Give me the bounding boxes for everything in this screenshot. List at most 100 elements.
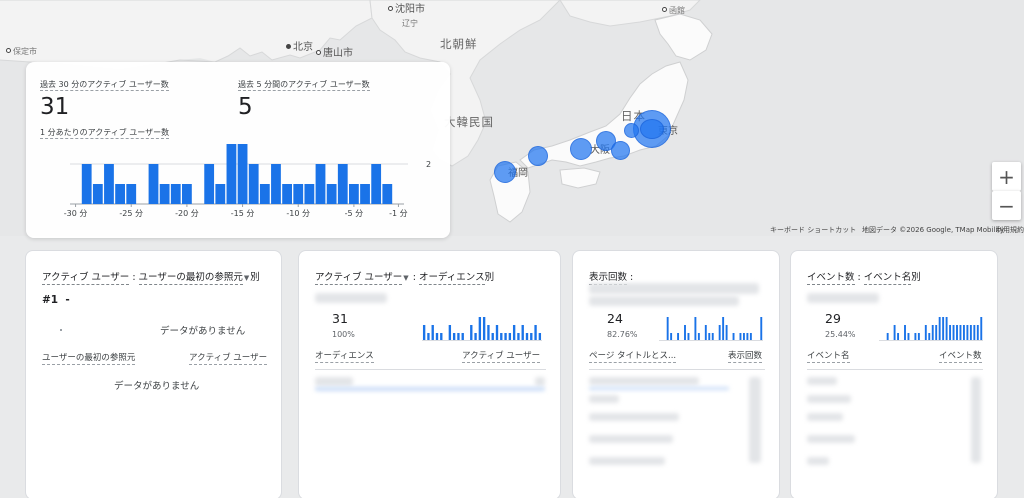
card3-col-views[interactable]: 表示回数 [728,351,763,363]
sparkline-bar [538,333,542,341]
dropdown-caret-icon[interactable]: ▼ [244,274,249,282]
card2-title[interactable]: アクティブ ユーザー▼ : オーディエンス別 [315,269,494,285]
chart-bar[interactable] [304,184,315,204]
card2-title-sep: : [409,272,419,283]
card2-percent: 100% [332,330,355,339]
x-tick-label: -1 分 [389,209,408,218]
card4-col-event-count[interactable]: イベント数 [939,351,982,363]
keyboard-shortcuts-link[interactable]: キーボード ショートカット [770,225,856,235]
card2-title-dimension[interactable]: オーディエンス [418,272,485,285]
card3-value: 24 [607,311,623,326]
card1-col-first-source[interactable]: ユーザーの最初の参照元 [42,353,136,365]
x-tick-label: -5 分 [345,209,364,218]
card2-title-metric[interactable]: アクティブ ユーザー [315,272,403,285]
chart-bar[interactable] [237,144,248,204]
card-users-by-first-source: アクティブ ユーザー : ユーザーの最初の参照元▼別 #1 - データがありませ… [25,250,282,498]
card4-redacted-row-4 [807,435,855,443]
card1-title-sep: : [129,272,139,283]
card4-redacted-row-3 [807,413,843,421]
chart-bar[interactable] [182,184,192,204]
sparkline-bar [457,333,460,341]
active-users-5min-label[interactable]: 過去 5 分間のアクティブ ユーザー数 [238,79,370,91]
zoom-in-button[interactable]: + [992,162,1021,191]
chart-bar[interactable] [326,184,337,204]
card2-col-audience[interactable]: オーディエンス [315,351,374,363]
chart-bar[interactable] [259,184,270,204]
chart-bar[interactable] [337,164,348,204]
card3-redacted-top-item [589,296,739,306]
sparkline-bar [893,325,896,341]
chart-bar[interactable] [349,184,359,204]
card-events-by-name: イベント数 : イベント名別 29 25.44% イベント名 イベント数 [790,250,998,498]
card3-redacted-row-5 [589,457,665,465]
chart-bar[interactable] [126,184,137,204]
card4-title-dimension[interactable]: イベント名 [863,272,912,285]
map-bubble-tokyo-inner[interactable] [640,119,664,139]
sparkline-bar [917,333,920,341]
chart-bar[interactable] [315,164,326,204]
x-tick-label: -10 分 [286,209,310,218]
map-bubble-hiroshima[interactable] [528,146,548,166]
card1-title-dimension[interactable]: ユーザーの最初の参照元 [138,272,243,285]
map-bubble-fukuoka[interactable] [494,161,516,183]
map-bubble-osaka[interactable] [570,138,592,160]
card2-redacted-row [315,377,353,386]
map-data-attribution: 地図データ ©2026 Google, TMap Mobility [862,226,1005,234]
card1-title-metric[interactable]: アクティブ ユーザー [42,272,130,285]
active-users-5min-value: 5 [238,94,253,120]
sparkline-bar [924,325,927,341]
sparkline-bar [500,333,503,341]
card-users-by-audience: アクティブ ユーザー▼ : オーディエンス別 31 100% オーディエンス ア… [298,250,561,498]
card3-redacted-row-1 [589,377,699,385]
sparkline-bar [969,325,972,341]
chart-bar[interactable] [382,184,393,204]
card1-col-active-users[interactable]: アクティブ ユーザー [189,353,268,365]
active-users-per-minute-label[interactable]: 1 分あたりのアクティブ ユーザー数 [40,127,170,139]
card3-col-page-title[interactable]: ページ タイトルとス... [589,351,677,363]
sparkline-bar [956,325,958,341]
card4-redacted-row-2 [807,395,851,403]
card3-redacted-row-1-bar [589,387,729,390]
card-views-by-page-title: 表示回数 : 24 82.76% ページ タイトルとス... 表示回数 [572,250,780,498]
map-bubble-shizuoka[interactable] [611,141,630,160]
sparkline-bar [760,317,763,341]
map-label-shenyang: 沈阳市 [388,4,425,16]
card1-title[interactable]: アクティブ ユーザー : ユーザーの最初の参照元▼別 [42,269,260,285]
card4-col-event-name[interactable]: イベント名 [807,351,850,363]
card4-title-sep: : [854,272,864,283]
sparkline-bar [517,333,520,341]
chart-bar[interactable] [115,184,125,204]
terms-link[interactable]: 利用規約 [996,225,1024,235]
chart-bar[interactable] [104,164,114,204]
chart-bar[interactable] [282,184,292,204]
zoom-out-button[interactable]: − [992,191,1021,220]
sparkline-bar [448,325,452,341]
chart-bar[interactable] [204,164,215,204]
sparkline-bar [440,333,443,341]
active-users-30min-label[interactable]: 過去 30 分のアクティブ ユーザー数 [40,79,169,91]
sparkline-bar [478,317,482,341]
chart-bar[interactable] [360,184,370,204]
chart-bar[interactable] [215,184,226,204]
sparkline-bar [739,333,742,341]
chart-bar[interactable] [226,144,237,204]
sparkline-bar [928,333,931,341]
sparkline-bar [976,325,979,341]
chart-bar[interactable] [271,164,281,204]
chart-bar[interactable] [371,164,382,204]
card3-title[interactable]: 表示回数 : [589,269,633,285]
chart-bar[interactable] [92,184,103,204]
chart-bar[interactable] [170,184,181,204]
chart-bar[interactable] [159,184,170,204]
card4-title-metric[interactable]: イベント数 [807,272,855,285]
card4-title[interactable]: イベント数 : イベント名別 [807,269,921,285]
sparkline-bar [487,325,490,341]
chart-bar[interactable] [148,164,159,204]
chart-bar[interactable] [293,184,304,204]
sparkline-bar [697,333,700,341]
dropdown-caret-icon[interactable]: ▼ [403,274,408,282]
map-bubble-kanto[interactable] [624,123,639,138]
card2-col-active-users[interactable]: アクティブ ユーザー [462,351,541,363]
chart-bar[interactable] [248,164,259,204]
chart-bar[interactable] [81,164,92,204]
